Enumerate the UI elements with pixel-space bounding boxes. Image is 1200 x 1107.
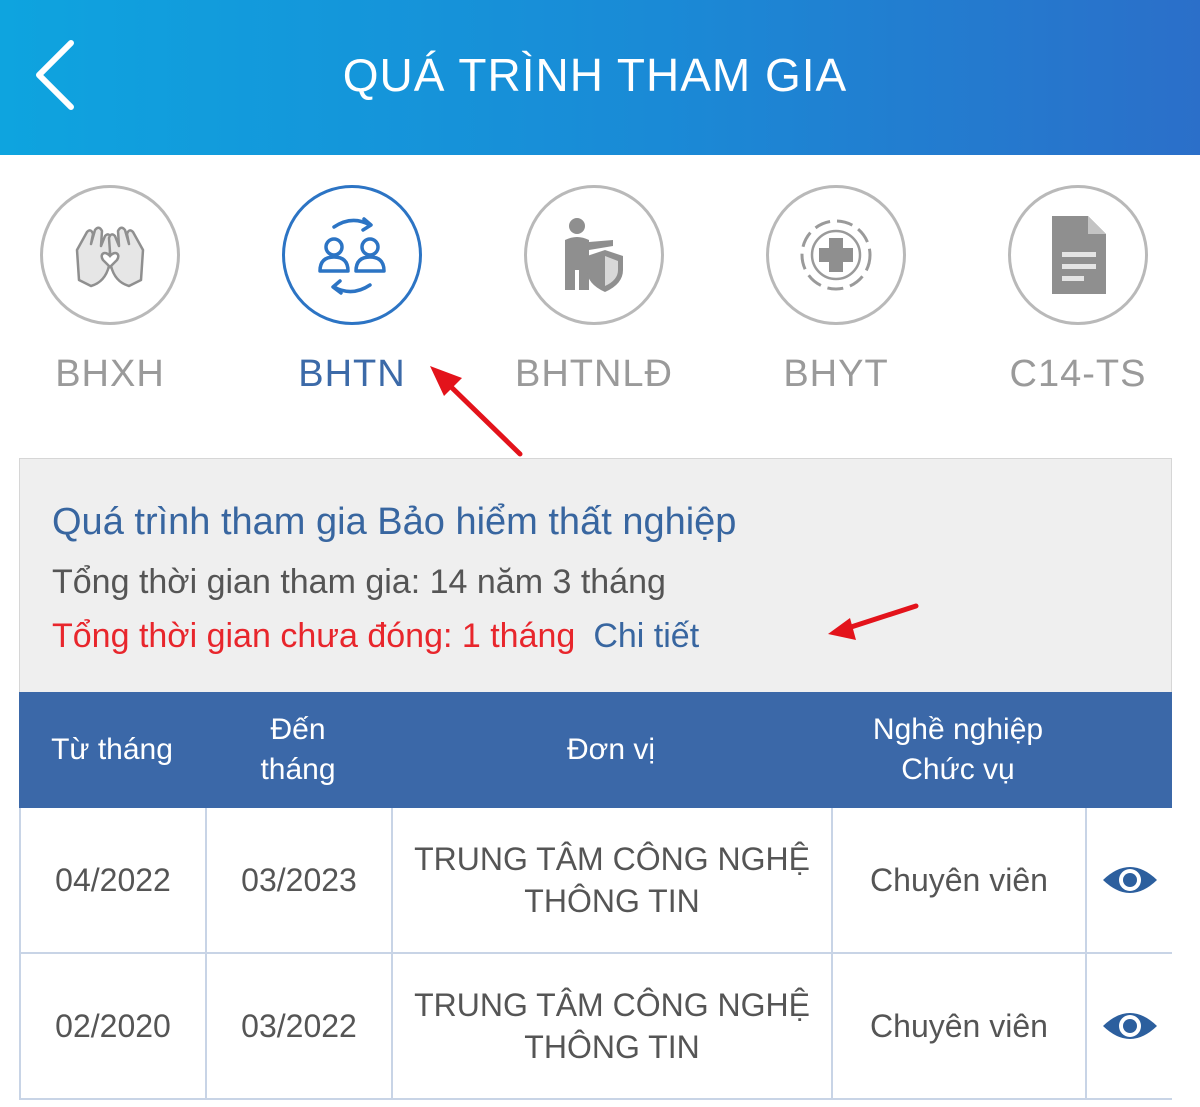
page-title: QUÁ TRÌNH THAM GIA	[342, 49, 848, 101]
tab-label: BHTN	[298, 353, 406, 395]
app-header: QUÁ TRÌNH THAM GIA	[0, 0, 1200, 155]
cell-unit: TRUNG TÂM CÔNG NGHỆ THÔNG TIN	[393, 954, 833, 1098]
table-header: Từ tháng Đến tháng Đơn vị Nghề nghiệp Chức…	[19, 692, 1172, 808]
tab-label: BHYT	[783, 353, 889, 395]
table-row: 02/2020 03/2022 TRUNG TÂM CÔNG NGHỆ THÔNG…	[19, 954, 1172, 1100]
column-header-from: Từ tháng	[51, 733, 173, 766]
tab-label: BHXH	[55, 353, 165, 395]
cell-to: 03/2022	[207, 954, 393, 1098]
summary-title: Quá trình tham gia Bảo hiểm thất nghiệp	[52, 501, 737, 543]
tab-icon-circle	[524, 185, 664, 325]
table-row: 04/2022 03/2023 TRUNG TÂM CÔNG NGHỆ THÔNG…	[19, 808, 1172, 954]
tab-bhtn[interactable]: BHTN	[252, 185, 452, 405]
view-detail-button[interactable]	[1087, 954, 1172, 1098]
total-time-text: Tổng thời gian tham gia: 14 năm 3 tháng	[52, 563, 666, 601]
document-icon	[1052, 216, 1106, 294]
tab-label: C14-TS	[1009, 353, 1147, 395]
cell-to: 03/2023	[207, 808, 393, 952]
eye-icon	[1102, 867, 1157, 893]
cell-unit: TRUNG TÂM CÔNG NGHỆ THÔNG TIN	[393, 808, 833, 952]
unpaid-row: Tổng thời gian chưa đóng: 1 tháng Chi tiế…	[52, 617, 699, 656]
unpaid-time-text: Tổng thời gian chưa đóng: 1 tháng	[52, 617, 576, 655]
eye-icon	[1102, 1013, 1157, 1039]
hands-heart-icon	[75, 226, 145, 288]
tab-icon-circle	[282, 185, 422, 325]
column-header-job: Nghề nghiệp Chức vụ	[872, 713, 1044, 786]
cell-from: 02/2020	[21, 954, 207, 1098]
cell-from: 04/2022	[21, 808, 207, 952]
column-header-to: Đến tháng	[260, 713, 336, 786]
tab-icon-circle	[40, 185, 180, 325]
tab-c14-ts[interactable]: C14-TS	[978, 185, 1178, 405]
people-exchange-icon	[318, 217, 386, 295]
worker-shield-icon	[565, 218, 623, 292]
tab-icon-circle	[766, 185, 906, 325]
tab-bhyt[interactable]: BHYT	[736, 185, 936, 405]
tab-bhxh[interactable]: BHXH	[10, 185, 210, 405]
cell-job: Chuyên viên	[833, 954, 1087, 1098]
tab-label: BHTNLĐ	[514, 353, 674, 395]
summary-panel: Quá trình tham gia Bảo hiểm thất nghiệp …	[19, 458, 1172, 694]
medical-cross-icon	[800, 219, 872, 291]
cell-job: Chuyên viên	[833, 808, 1087, 952]
tab-icon-circle	[1008, 185, 1148, 325]
column-header-unit: Đơn vị	[566, 733, 656, 766]
tab-bhtnld[interactable]: BHTNLĐ	[494, 185, 694, 405]
view-detail-button[interactable]	[1087, 808, 1172, 952]
detail-link[interactable]: Chi tiết	[593, 617, 699, 655]
